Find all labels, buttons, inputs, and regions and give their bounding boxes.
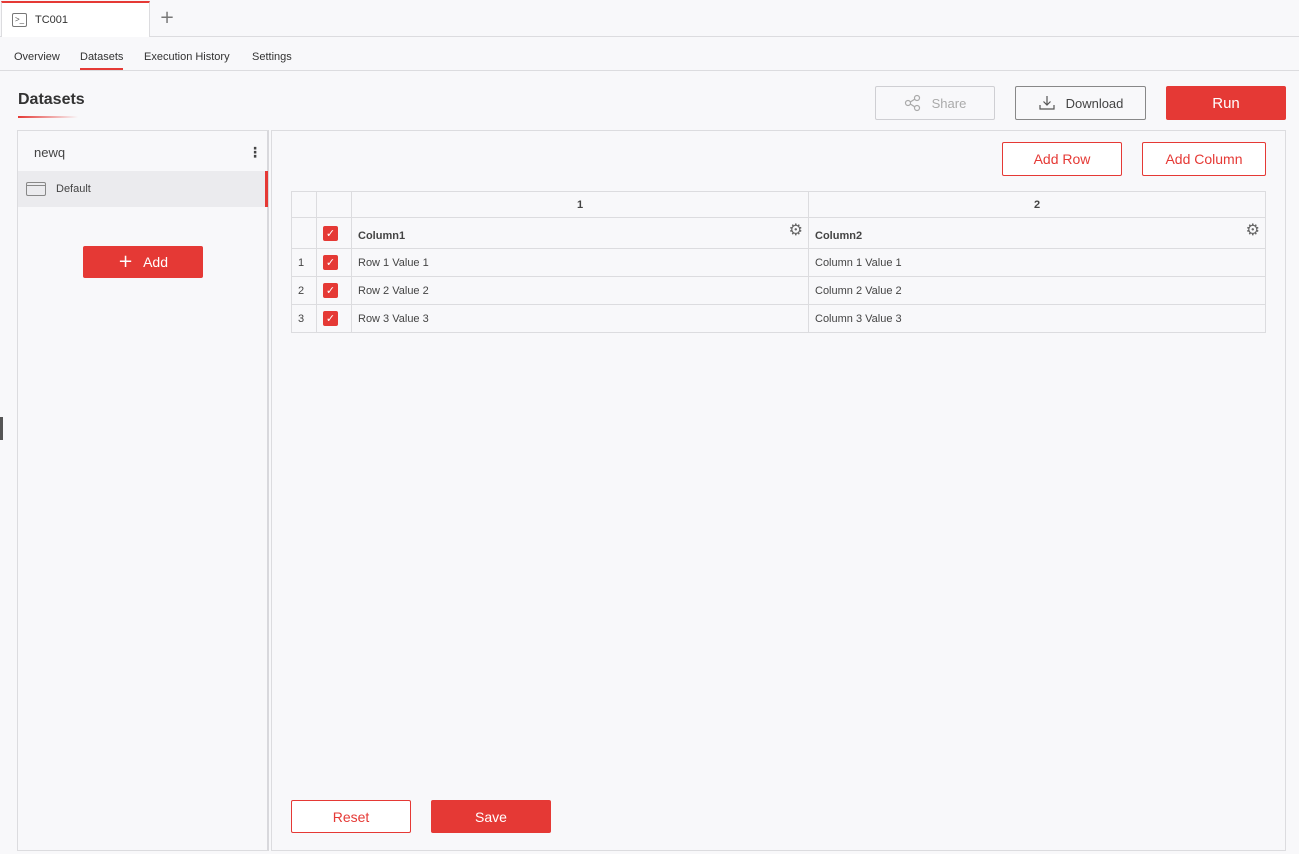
add-label: Add (143, 254, 168, 270)
column-header-label: Column1 (358, 230, 406, 242)
dataset-icon (26, 182, 46, 196)
add-column-button[interactable]: Add Column (1142, 142, 1266, 176)
tab-execution-history[interactable]: Execution History (144, 51, 230, 68)
title-underline (18, 116, 78, 118)
page-title: Datasets (18, 91, 85, 108)
gear-icon[interactable]: ⚙ (1246, 222, 1260, 238)
dataset-editor: Add Row Add Column 1 2 ✓ Column1 ⚙ Colum… (271, 130, 1286, 851)
add-row-button[interactable]: Add Row (1002, 142, 1122, 176)
row-index: 2 (291, 276, 317, 305)
select-all-cell: ✓ (316, 217, 352, 249)
sidebar-item-default[interactable]: Default (18, 171, 268, 207)
row-checkbox[interactable]: ✓ (323, 255, 338, 270)
table-cell[interactable]: Row 3 Value 3 (351, 304, 809, 333)
corner-cell (291, 191, 317, 218)
gear-icon[interactable]: ⚙ (789, 222, 803, 238)
plus-icon: + (117, 251, 134, 272)
column-number: 2 (808, 191, 1266, 218)
corner-cell (291, 217, 317, 249)
row-checkbox-cell: ✓ (316, 304, 352, 333)
add-dataset-button[interactable]: + Add (83, 246, 203, 278)
share-icon (904, 94, 920, 112)
table-row: 2 ✓ Row 2 Value 2 Column 2 Value 2 (291, 276, 1266, 305)
table-cell[interactable]: Column 2 Value 2 (808, 276, 1266, 305)
download-label: Download (1065, 95, 1124, 111)
save-button[interactable]: Save (431, 800, 551, 833)
column-header-row: ✓ Column1 ⚙ Column2 ⚙ (291, 217, 1266, 249)
download-icon (1038, 96, 1055, 110)
tab-datasets[interactable]: Datasets (80, 51, 124, 70)
dataset-name: newq (34, 145, 66, 160)
tab-tc001[interactable]: >_ TC001 (1, 1, 150, 37)
column-number: 1 (351, 191, 809, 218)
table-cell[interactable]: Column 3 Value 3 (808, 304, 1266, 333)
resize-handle[interactable] (0, 417, 3, 440)
select-all-checkbox[interactable]: ✓ (323, 226, 338, 241)
column-header[interactable]: Column1 ⚙ (351, 217, 809, 249)
reset-button[interactable]: Reset (291, 800, 411, 833)
share-label: Share (931, 95, 967, 111)
more-options-icon[interactable]: ⋮ (248, 143, 262, 161)
tab-settings[interactable]: Settings (252, 51, 292, 68)
column-number-row: 1 2 (291, 191, 1266, 218)
new-tab-button[interactable]: + (158, 8, 176, 28)
column-header[interactable]: Column2 ⚙ (808, 217, 1266, 249)
row-checkbox-cell: ✓ (316, 248, 352, 277)
column-header-label: Column2 (815, 230, 863, 242)
table-cell[interactable]: Row 1 Value 1 (351, 248, 809, 277)
dataset-sidebar: newq ⋮ Default + Add (17, 130, 269, 851)
table-row: 1 ✓ Row 1 Value 1 Column 1 Value 1 (291, 248, 1266, 277)
data-grid: 1 2 ✓ Column1 ⚙ Column2 ⚙ 1 ✓ Row 1 Valu… (291, 191, 1266, 333)
share-button[interactable]: Share (875, 86, 995, 120)
corner-cell (316, 191, 352, 218)
row-checkbox[interactable]: ✓ (323, 283, 338, 298)
run-button[interactable]: Run (1166, 86, 1286, 120)
tab-overview[interactable]: Overview (14, 51, 60, 68)
sidebar-item-label: Default (56, 183, 91, 195)
row-index: 3 (291, 304, 317, 333)
row-checkbox-cell: ✓ (316, 276, 352, 305)
download-button[interactable]: Download (1015, 86, 1146, 120)
tab-strip: >_ TC001 + (0, 0, 1299, 37)
row-index: 1 (291, 248, 317, 277)
table-cell[interactable]: Column 1 Value 1 (808, 248, 1266, 277)
table-row: 3 ✓ Row 3 Value 3 Column 3 Value 3 (291, 304, 1266, 333)
terminal-icon: >_ (12, 13, 27, 27)
table-cell[interactable]: Row 2 Value 2 (351, 276, 809, 305)
row-checkbox[interactable]: ✓ (323, 311, 338, 326)
sub-navigation: Overview Datasets Execution History Sett… (0, 37, 1299, 71)
tab-label: TC001 (35, 14, 69, 26)
